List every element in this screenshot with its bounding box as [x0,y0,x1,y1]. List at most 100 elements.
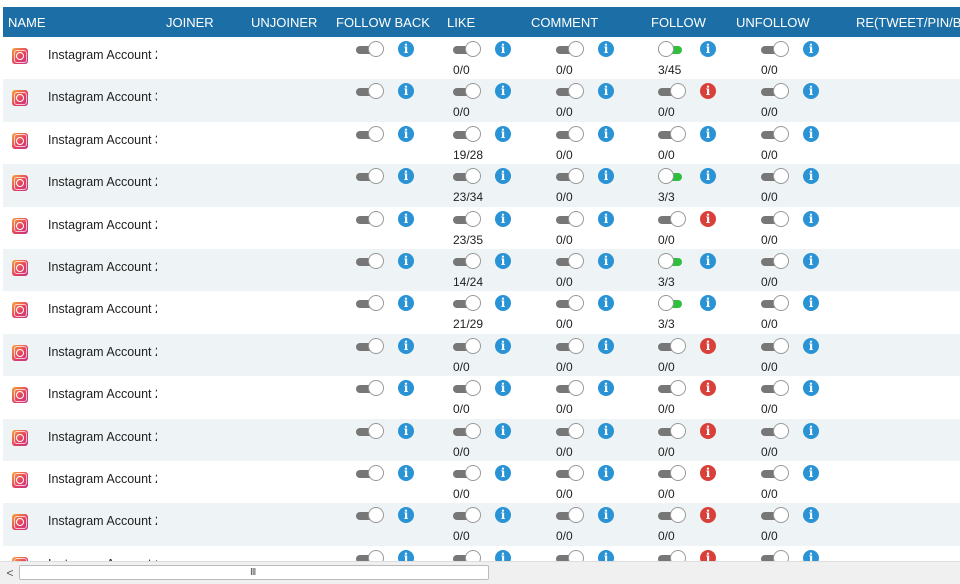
info-icon[interactable]: i [803,41,819,57]
follow-back-toggle[interactable] [356,295,384,313]
info-icon[interactable]: i [700,380,716,397]
col-header-comment[interactable]: COMMENT [531,7,598,37]
unfollow-toggle[interactable] [761,464,789,483]
unfollow-toggle[interactable] [761,83,789,101]
info-icon[interactable]: i [598,210,614,227]
info-icon[interactable]: i [803,125,819,142]
unfollow-toggle[interactable] [761,210,789,229]
table-row[interactable]: Instagram Account 2 i i 0/0 i 0/0 i 0/0 i 0/0 [3,461,960,503]
info-icon[interactable]: i [803,464,819,481]
follow-back-toggle[interactable] [356,549,384,561]
info-icon[interactable]: i [700,83,716,100]
info-icon[interactable]: i [598,41,614,57]
info-icon[interactable]: i [803,422,819,439]
comment-toggle[interactable] [556,464,584,483]
comment-toggle[interactable] [556,295,584,313]
comment-toggle[interactable] [556,337,584,356]
follow-back-toggle[interactable] [356,210,384,229]
table-row[interactable]: Instagram Account 2 i i 23/34 i 0/0 i 3/3 i 0/0 [3,164,960,207]
info-icon[interactable]: i [398,125,414,142]
info-icon[interactable]: i [700,168,716,185]
unfollow-toggle[interactable] [761,168,789,186]
horizontal-scrollbar[interactable]: < III [0,561,960,584]
info-icon[interactable]: i [803,295,819,312]
info-icon[interactable]: i [598,168,614,185]
like-toggle[interactable] [453,549,481,561]
like-toggle[interactable] [453,464,481,483]
info-icon[interactable]: i [398,295,414,312]
info-icon[interactable]: i [495,210,511,227]
unfollow-toggle[interactable] [761,380,789,398]
follow-toggle[interactable] [658,380,686,398]
table-row[interactable]: Instagram Account 6iiiii [3,546,960,561]
col-header-unjoiner[interactable]: UNJOINER [251,7,317,37]
info-icon[interactable]: i [495,337,511,354]
info-icon[interactable]: i [598,337,614,354]
info-icon[interactable]: i [598,295,614,312]
info-icon[interactable]: i [495,83,511,100]
info-icon[interactable]: i [598,380,614,397]
col-header-unfollow[interactable]: UNFOLLOW [736,7,810,37]
info-icon[interactable]: i [495,125,511,142]
like-toggle[interactable] [453,125,481,144]
col-header-retweet[interactable]: RE(TWEET/PIN/BL [856,7,960,37]
follow-back-toggle[interactable] [356,464,384,483]
follow-toggle[interactable] [658,295,686,313]
follow-toggle[interactable] [658,83,686,101]
info-icon[interactable]: i [803,549,819,561]
follow-toggle[interactable] [658,168,686,186]
info-icon[interactable]: i [700,41,716,57]
unfollow-toggle[interactable] [761,507,789,525]
like-toggle[interactable] [453,295,481,313]
table-row[interactable]: Instagram Account 2 i i 0/0 i 0/0 i 0/0 i 0/0 [3,503,960,546]
scrollbar-thumb[interactable]: III [19,565,489,580]
info-icon[interactable]: i [598,83,614,100]
info-icon[interactable]: i [803,507,819,524]
follow-toggle[interactable] [658,41,686,59]
info-icon[interactable]: i [398,41,414,57]
info-icon[interactable]: i [398,549,414,561]
follow-back-toggle[interactable] [356,125,384,144]
info-icon[interactable]: i [495,295,511,312]
comment-toggle[interactable] [556,83,584,101]
follow-back-toggle[interactable] [356,337,384,356]
like-toggle[interactable] [453,210,481,229]
info-icon[interactable]: i [803,337,819,354]
col-header-joiner[interactable]: JOINER [166,7,214,37]
unfollow-toggle[interactable] [761,295,789,313]
comment-toggle[interactable] [556,507,584,525]
info-icon[interactable]: i [598,125,614,142]
info-icon[interactable]: i [398,168,414,185]
unfollow-toggle[interactable] [761,125,789,144]
follow-toggle[interactable] [658,252,686,271]
like-toggle[interactable] [453,507,481,525]
info-icon[interactable]: i [495,380,511,397]
info-icon[interactable]: i [495,422,511,439]
table-row[interactable]: Instagram Account 2 i i 0/0 i 0/0 i 0/0 i 0/0 [3,376,960,418]
table-row[interactable]: Instagram Account 3 i i 19/28 i 0/0 i 0/0 i 0/0 [3,122,960,164]
unfollow-toggle[interactable] [761,337,789,356]
info-icon[interactable]: i [700,252,716,269]
info-icon[interactable]: i [598,422,614,439]
follow-back-toggle[interactable] [356,252,384,271]
follow-back-toggle[interactable] [356,422,384,441]
col-header-name[interactable]: NAME [8,7,46,37]
info-icon[interactable]: i [398,507,414,524]
info-icon[interactable]: i [700,125,716,142]
info-icon[interactable]: i [700,295,716,312]
col-header-follow-back[interactable]: FOLLOW BACK [336,7,430,37]
like-toggle[interactable] [453,252,481,271]
follow-toggle[interactable] [658,210,686,229]
info-icon[interactable]: i [803,380,819,397]
like-toggle[interactable] [453,380,481,398]
info-icon[interactable]: i [398,210,414,227]
table-row[interactable]: Instagram Account 2 i i 23/35 i 0/0 i 0/0 i 0/0 [3,207,960,249]
follow-back-toggle[interactable] [356,168,384,186]
info-icon[interactable]: i [398,380,414,397]
info-icon[interactable]: i [495,41,511,57]
comment-toggle[interactable] [556,41,584,59]
chevron-left-icon[interactable]: < [4,564,16,582]
comment-toggle[interactable] [556,380,584,398]
unfollow-toggle[interactable] [761,422,789,441]
info-icon[interactable]: i [495,464,511,481]
